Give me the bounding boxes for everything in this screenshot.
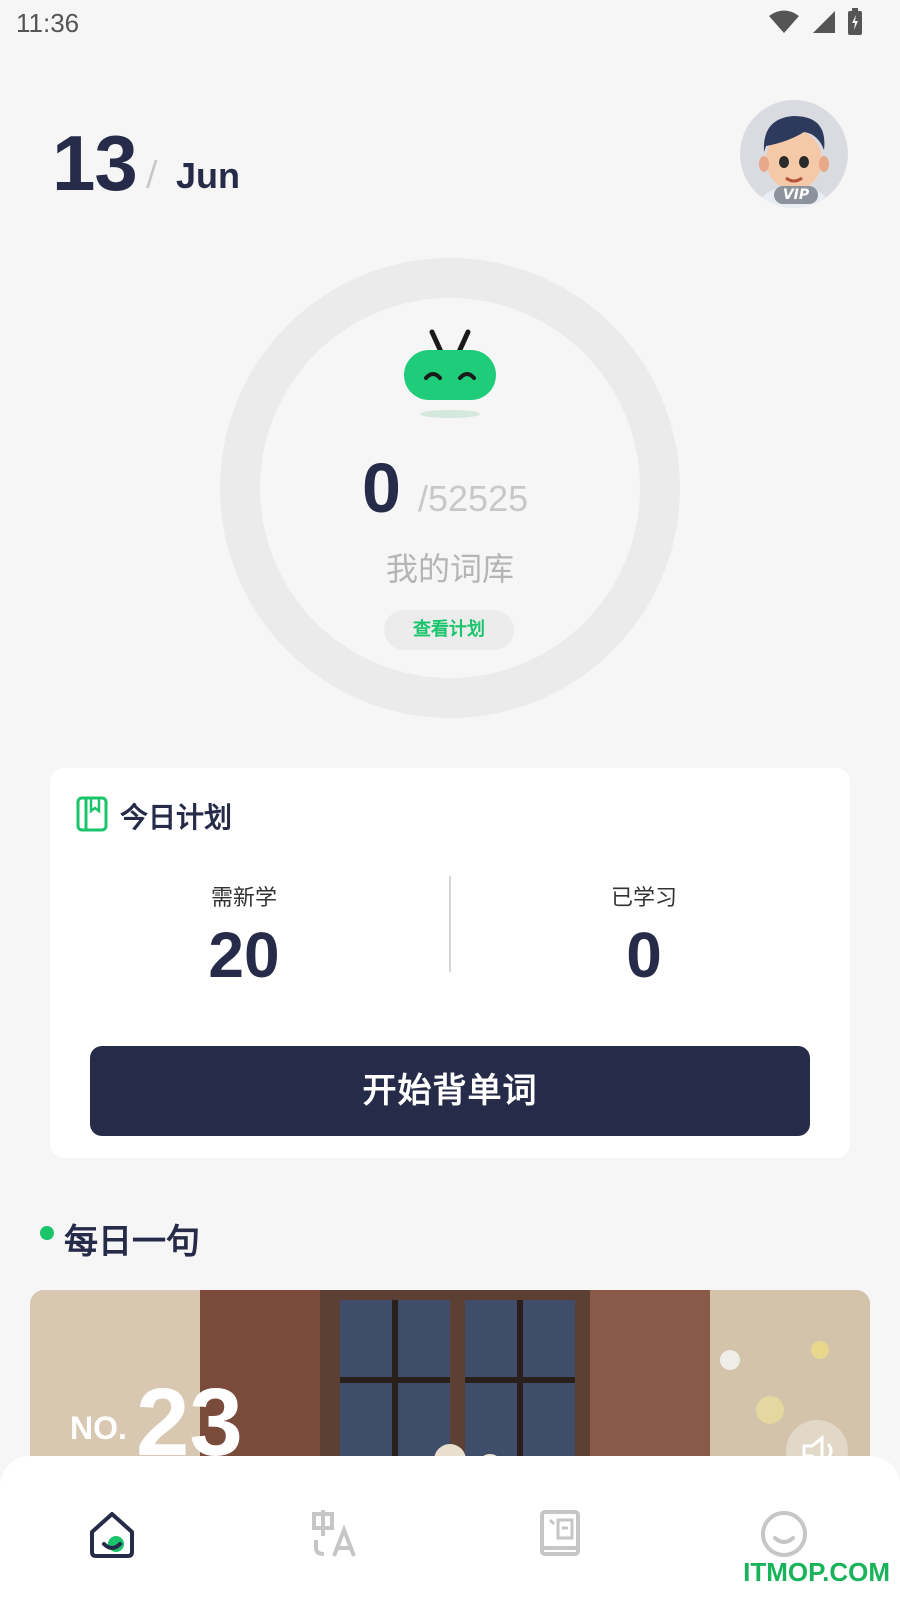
wifi-icon	[769, 10, 799, 33]
nav-home[interactable]	[82, 1504, 142, 1564]
bottom-nav: ITMOP.COM	[0, 1456, 900, 1600]
word-library-label: 我的词库	[385, 550, 514, 588]
translate-icon	[312, 1510, 356, 1557]
dictionary-icon	[540, 1510, 580, 1556]
learned-words-value: 0	[626, 919, 662, 991]
new-words-label: 需新学	[210, 886, 277, 911]
today-plan-card: 今日计划 需新学 20 已学习 0 开始背单词	[50, 768, 850, 1158]
total-count: /52525	[418, 478, 529, 519]
stats-divider	[449, 876, 451, 972]
notebook-icon	[76, 796, 108, 832]
date-month: Jun	[176, 155, 241, 196]
nav-profile[interactable]	[754, 1504, 814, 1564]
plan-title: 今日计划	[120, 801, 233, 834]
mascot-icon	[404, 329, 496, 418]
nav-translate[interactable]	[306, 1504, 366, 1564]
daily-sentence-image[interactable]: NO. 23	[30, 1290, 870, 1480]
learned-words-label: 已学习	[610, 886, 677, 911]
date-separator: /	[146, 154, 158, 194]
view-plan-button[interactable]: 查看计划	[384, 610, 514, 650]
sentence-number-prefix: NO.	[70, 1410, 127, 1446]
user-avatar[interactable]: VIP	[740, 100, 848, 208]
home-icon	[90, 1512, 134, 1558]
signal-icon	[813, 11, 835, 33]
new-words-value: 20	[208, 919, 280, 991]
status-icons	[768, 8, 864, 36]
learned-count: 0	[362, 449, 401, 527]
date-day: 13	[52, 119, 138, 207]
vip-badge: VIP	[774, 186, 818, 204]
start-memorize-button[interactable]: 开始背单词	[90, 1046, 810, 1136]
watermark: ITMOP.COM	[743, 1557, 890, 1587]
section-dot	[40, 1226, 54, 1240]
nav-dictionary[interactable]	[530, 1504, 590, 1564]
daily-sentence-title: 每日一句	[64, 1222, 200, 1262]
profile-icon	[761, 1511, 807, 1557]
status-time: 11:36	[16, 8, 80, 38]
battery-icon	[848, 8, 862, 35]
